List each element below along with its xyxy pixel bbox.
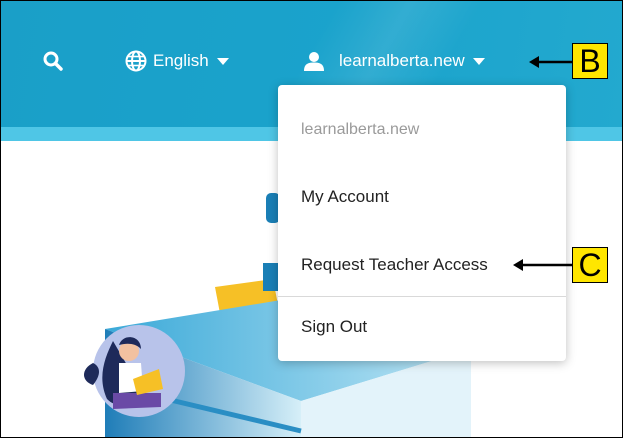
user-icon xyxy=(304,52,324,71)
user-dropdown-menu: learnalberta.new My Account Request Teac… xyxy=(278,85,566,361)
arrow-left-icon xyxy=(529,56,574,68)
user-label: learnalberta.new xyxy=(339,51,465,70)
language-selector[interactable]: English xyxy=(125,45,229,77)
sign-out-menu-item[interactable]: Sign Out xyxy=(301,317,367,337)
dropdown-username: learnalberta.new xyxy=(301,121,420,138)
menu-divider xyxy=(278,296,566,297)
page-frame: English learnalberta.new learnalberta.ne… xyxy=(0,0,623,438)
callout-label-b: B xyxy=(572,43,608,79)
language-label: English xyxy=(153,51,209,70)
globe-icon xyxy=(125,50,147,72)
my-account-menu-item[interactable]: My Account xyxy=(301,187,389,207)
search-icon xyxy=(43,51,63,71)
chevron-down-icon xyxy=(472,57,485,65)
user-menu-button[interactable]: learnalberta.new xyxy=(303,45,485,77)
callout-label-c: C xyxy=(572,247,608,283)
request-teacher-access-menu-item[interactable]: Request Teacher Access xyxy=(301,255,488,275)
arrow-left-icon xyxy=(513,259,574,271)
chevron-down-icon xyxy=(216,57,229,65)
search-button[interactable] xyxy=(43,45,63,77)
